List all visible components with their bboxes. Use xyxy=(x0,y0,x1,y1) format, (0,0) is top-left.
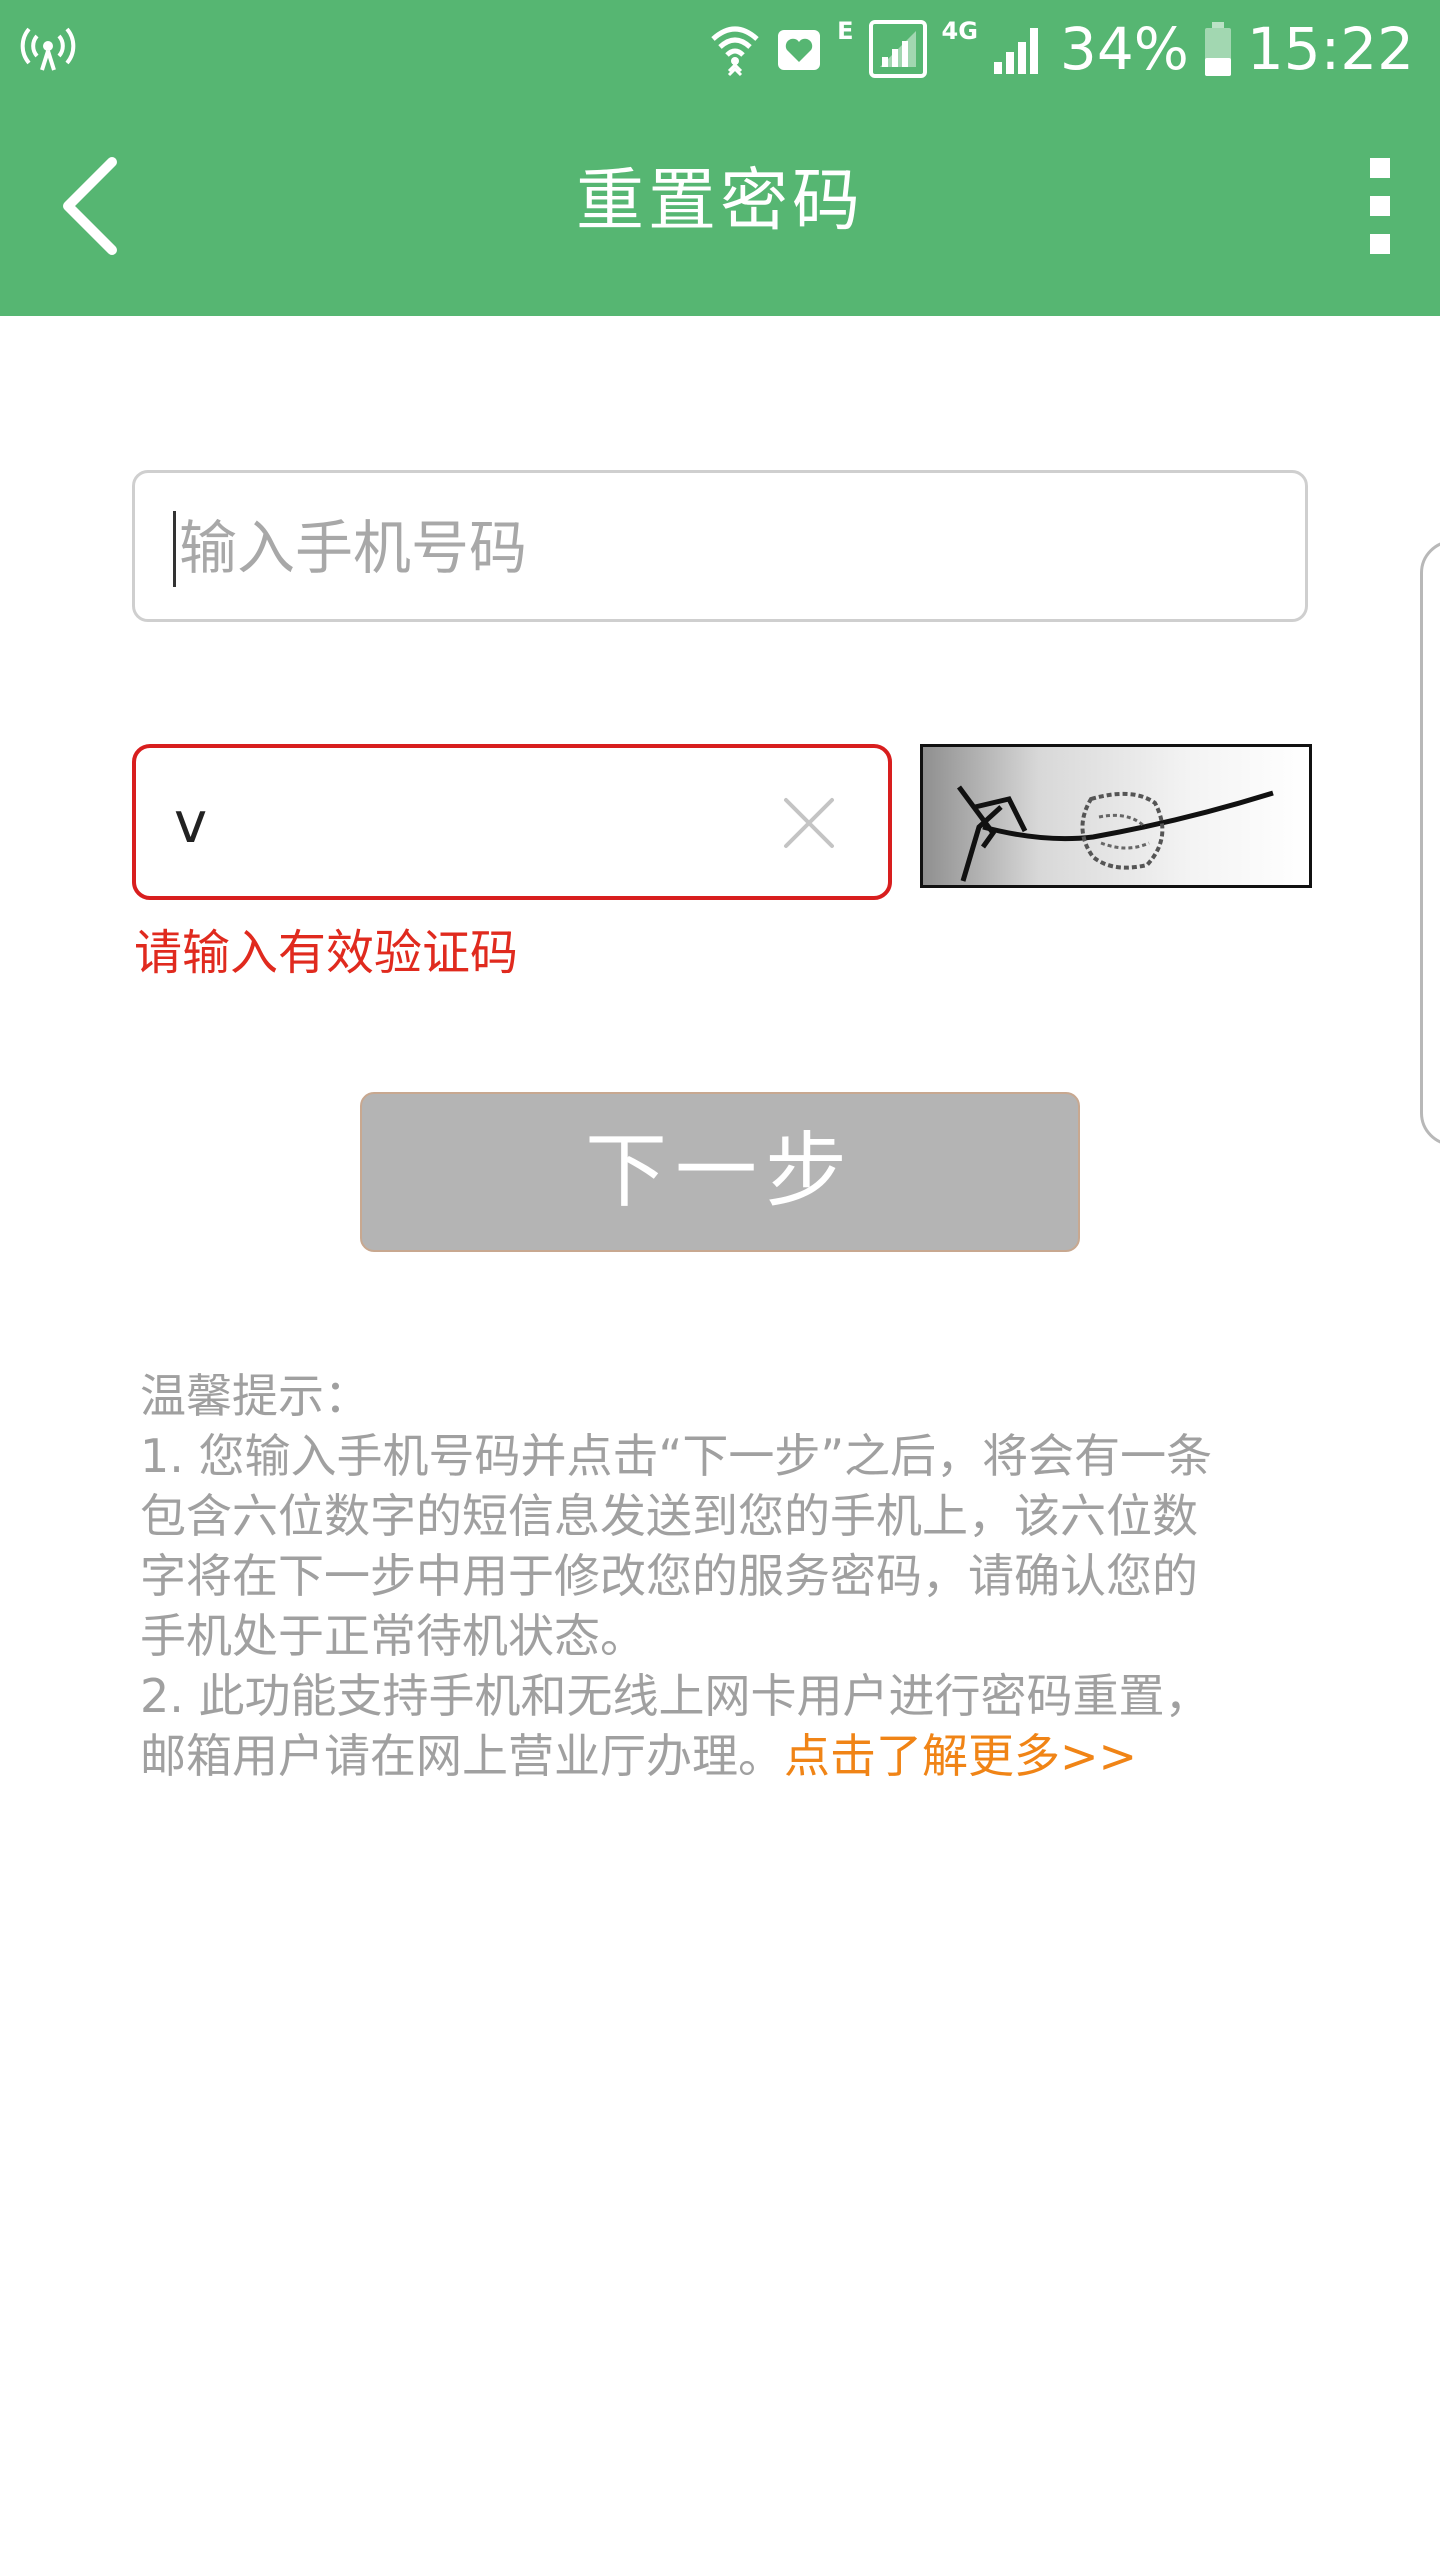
verification-code-input[interactable]: v xyxy=(132,744,892,900)
tips-line: 手机处于正常待机状态。 xyxy=(140,1609,646,1663)
phone-number-placeholder: 输入手机号码 xyxy=(179,514,528,582)
phone-number-input[interactable]: 输入手机号码 xyxy=(132,470,1308,622)
hotspot-icon xyxy=(20,27,76,71)
signal-icon xyxy=(993,28,1038,74)
more-menu-button[interactable] xyxy=(1330,146,1420,266)
tips-last-line: 邮箱用户请在网上营业厅办理。点击了解更多>> xyxy=(140,1726,1310,1786)
wifi-icon xyxy=(711,26,759,77)
battery-percentage: 34% xyxy=(1059,15,1189,83)
captcha-image[interactable] xyxy=(920,744,1312,888)
app-bar: 重置密码 xyxy=(0,96,1440,316)
tips-line: 字将在下一步中用于修改您的服务密码，请确认您的 xyxy=(140,1549,1198,1603)
status-icons: E 4G 34% 15:22 xyxy=(709,14,1414,84)
next-step-button[interactable]: 下一步 xyxy=(360,1092,1080,1252)
sim-signal-icon xyxy=(868,20,927,78)
text-cursor xyxy=(173,511,176,587)
tips-heading: 温馨提示： xyxy=(140,1369,370,1423)
more-vertical-icon xyxy=(1370,158,1390,178)
tips-line: 1. 您输入手机号码并点击“下一步”之后，将会有一条 xyxy=(140,1429,1213,1483)
lte-label: 4G xyxy=(941,17,978,45)
verification-code-value: v xyxy=(174,791,208,856)
network-type-label: E xyxy=(837,17,854,45)
tips-section: 温馨提示： 1. 您输入手机号码并点击“下一步”之后，将会有一条 包含六位数字的… xyxy=(140,1366,1310,1786)
notification-icon xyxy=(778,30,821,70)
tips-line: 2. 此功能支持手机和无线上网卡用户进行密码重置， xyxy=(140,1669,1211,1723)
edge-panel-handle[interactable] xyxy=(1420,540,1440,1146)
learn-more-link[interactable]: 点击了解更多>> xyxy=(784,1729,1137,1783)
battery-icon xyxy=(1204,22,1231,76)
error-message: 请输入有效验证码 xyxy=(134,925,519,981)
tips-line: 包含六位数字的短信息发送到您的手机上，该六位数 xyxy=(140,1489,1198,1543)
reset-password-screen: E 4G 34% 15:22 重置密码 输入手机号码 v 请输入有效验证码 下一… xyxy=(0,0,1440,2560)
tips-line-text: 邮箱用户请在网上营业厅办理。 xyxy=(140,1729,784,1783)
clear-input-button[interactable] xyxy=(774,788,844,858)
close-icon xyxy=(784,798,834,848)
status-bar: E 4G 34% 15:22 xyxy=(0,0,1440,96)
clock: 15:22 xyxy=(1246,15,1414,83)
page-title: 重置密码 xyxy=(575,162,864,241)
